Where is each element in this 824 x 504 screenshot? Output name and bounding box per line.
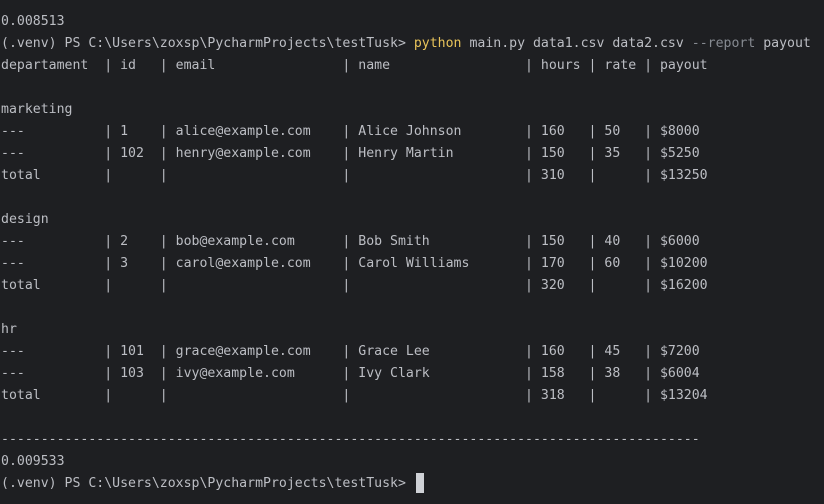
table-row: --- | 2 | bob@example.com | Bob Smith | …	[1, 234, 700, 249]
report-flag: --report	[691, 36, 756, 51]
group-label-hr: hr	[1, 322, 17, 337]
table-row: --- | 1 | alice@example.com | Alice John…	[1, 124, 700, 139]
text-cursor	[415, 473, 424, 493]
command-args: main.py data1.csv data2.csv	[461, 36, 692, 51]
command-name: python	[413, 36, 462, 51]
separator: ----------------------------------------…	[1, 432, 700, 447]
table-row: --- | 102 | henry@example.com | Henry Ma…	[1, 146, 700, 161]
total-row: total | | | | 318 | | $13204	[1, 388, 708, 403]
elapsed-time-2: 0.009533	[1, 454, 65, 469]
total-row: total | | | | 310 | | $13250	[1, 168, 708, 183]
total-row: total | | | | 320 | | $16200	[1, 278, 708, 293]
table-header: departament | id | email | name | hours …	[1, 58, 708, 73]
group-label-design: design	[1, 212, 49, 227]
prompt: (.venv) PS C:\Users\zoxsp\PycharmProject…	[1, 36, 414, 51]
group-label-marketing: marketing	[1, 102, 73, 117]
table-row: --- | 101 | grace@example.com | Grace Le…	[1, 344, 700, 359]
command-line: (.venv) PS C:\Users\zoxsp\PycharmProject…	[1, 33, 811, 55]
prompt-line[interactable]: (.venv) PS C:\Users\zoxsp\PycharmProject…	[1, 473, 424, 495]
top-separator: ----------------------------------------…	[1, 0, 652, 11]
terminal-output[interactable]: ----------------------------------------…	[0, 0, 824, 504]
report-value: payout	[755, 36, 811, 51]
table-row: --- | 3 | carol@example.com | Carol Will…	[1, 256, 708, 271]
table-row: --- | 103 | ivy@example.com | Ivy Clark …	[1, 366, 700, 381]
elapsed-time-1: 0.008513	[1, 14, 65, 29]
prompt: (.venv) PS C:\Users\zoxsp\PycharmProject…	[1, 476, 414, 491]
